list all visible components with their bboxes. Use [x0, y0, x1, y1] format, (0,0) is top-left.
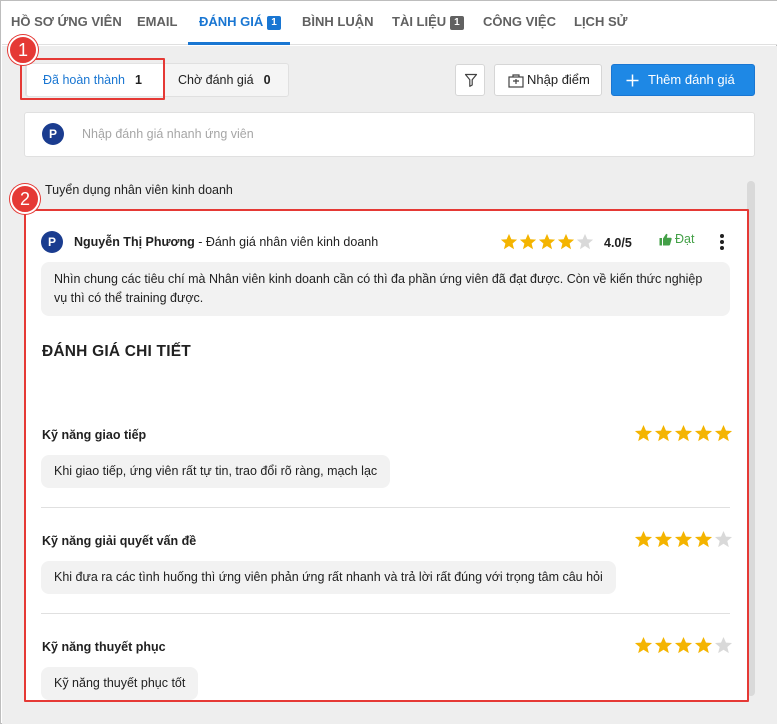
tab-label: BÌNH LUẬN	[302, 14, 374, 29]
thumbs-up-icon	[659, 233, 672, 246]
evaluation-form-name: - Đánh giá nhân viên kinh doanh	[194, 235, 379, 249]
tab-label: EMAIL	[137, 14, 178, 29]
tab-tasks[interactable]: CÔNG VIỆC	[483, 1, 556, 45]
star-empty-icon	[714, 530, 733, 548]
star-empty-icon	[576, 233, 594, 250]
star-filled-icon	[654, 424, 673, 442]
star-filled-icon	[694, 530, 713, 548]
plus-icon	[626, 74, 639, 87]
criterion-name: Kỹ năng giải quyết vấn đề	[42, 534, 197, 548]
tab-documents[interactable]: TÀI LIỆU 1	[392, 1, 464, 45]
criterion-comment: Kỹ năng thuyết phục tốt	[41, 667, 199, 700]
star-filled-icon	[694, 636, 713, 654]
criterion-rating-stars	[634, 636, 734, 655]
tab-label: TÀI LIỆU	[392, 14, 447, 29]
evaluation-panel: Đã hoàn thành 1 Chờ đánh giá 0 Nhập điểm T…	[2, 35, 777, 724]
tab-label: CÔNG VIỆC	[483, 14, 556, 29]
overall-score: 4.0/5	[604, 236, 632, 250]
star-filled-icon	[519, 233, 537, 250]
tab-history[interactable]: LỊCH SỬ	[574, 1, 627, 45]
quick-evaluation-input[interactable]: P Nhập đánh giá nhanh ứng viên	[24, 112, 755, 157]
result-label: Đạt	[675, 232, 695, 246]
star-filled-icon	[654, 530, 673, 548]
import-score-button[interactable]: Nhập điểm	[494, 64, 602, 96]
star-empty-icon	[714, 636, 733, 654]
result-badge: Đạt	[659, 232, 694, 246]
filter-completed[interactable]: Đã hoàn thành 1	[27, 64, 164, 96]
filter-icon	[464, 73, 478, 87]
star-filled-icon	[714, 424, 733, 442]
criterion-rating-stars	[634, 530, 734, 549]
tab-label: HỒ SƠ ỨNG VIÊN	[11, 14, 122, 29]
import-icon	[508, 74, 524, 88]
criterion-comment: Khi đưa ra các tình huống thì ứng viên p…	[41, 561, 616, 594]
annotation-badge-1: 1	[8, 35, 38, 65]
tab-email[interactable]: EMAIL	[137, 1, 177, 45]
import-score-label: Nhập điểm	[527, 72, 590, 87]
star-filled-icon	[634, 530, 653, 548]
add-evaluation-button[interactable]: Thêm đánh giá	[611, 64, 755, 96]
reviewer-name: Nguyễn Thị Phương	[74, 235, 195, 249]
star-filled-icon	[694, 424, 713, 442]
criterion-name: Kỹ năng giao tiếp	[42, 428, 147, 442]
star-filled-icon	[654, 636, 673, 654]
star-filled-icon	[634, 636, 653, 654]
filter-pending-label: Chờ đánh giá	[178, 73, 254, 87]
star-filled-icon	[674, 636, 693, 654]
filter-completed-label: Đã hoàn thành	[43, 73, 126, 87]
scrollbar[interactable]	[747, 181, 755, 696]
annotation-badge-2: 2	[10, 184, 40, 214]
tab-label: ĐÁNH GIÁ	[199, 14, 264, 29]
reviewer-avatar: P	[41, 231, 63, 253]
evaluation-card: P Nguyễn Thị Phương - Đánh giá nhân viên…	[26, 210, 748, 700]
tab-evaluation[interactable]: ĐÁNH GIÁ 1	[188, 1, 290, 45]
star-filled-icon	[500, 233, 518, 250]
detail-section-title: ĐÁNH GIÁ CHI TIẾT	[42, 343, 191, 360]
criterion-comment: Khi giao tiếp, ứng viên rất tự tin, trao…	[41, 455, 391, 488]
overall-rating-stars	[500, 233, 595, 251]
divider	[41, 507, 730, 508]
add-evaluation-label: Thêm đánh giá	[648, 72, 735, 87]
evaluation-summary: Nhìn chung các tiêu chí mà Nhân viên kin…	[41, 262, 730, 316]
quick-evaluation-placeholder: Nhập đánh giá nhanh ứng viên	[82, 127, 254, 141]
filter-completed-count: 1	[135, 73, 142, 87]
star-filled-icon	[674, 424, 693, 442]
evaluation-group-title: Tuyển dụng nhân viên kinh doanh	[45, 183, 233, 197]
status-filter: Đã hoàn thành 1 Chờ đánh giá 0	[25, 63, 289, 97]
filter-pending-count: 0	[263, 73, 271, 87]
criterion-name: Kỹ năng thuyết phục	[42, 640, 166, 654]
tab-count-badge: 1	[267, 16, 281, 30]
star-filled-icon	[634, 424, 653, 442]
tab-comments[interactable]: BÌNH LUẬN	[302, 1, 374, 45]
criterion-rating-stars	[634, 424, 734, 443]
star-filled-icon	[538, 233, 556, 250]
window-frame: HỒ SƠ ỨNG VIÊN EMAIL ĐÁNH GIÁ 1 BÌNH LUẬN…	[0, 0, 777, 724]
tab-label: LỊCH SỬ	[574, 14, 628, 29]
more-options-icon[interactable]	[716, 232, 728, 252]
tab-count-badge: 1	[450, 16, 464, 30]
star-filled-icon	[557, 233, 575, 250]
divider	[41, 613, 730, 614]
filter-button[interactable]	[455, 64, 485, 96]
reviewer-line: Nguyễn Thị Phương - Đánh giá nhân viên k…	[74, 235, 378, 249]
tab-bar: HỒ SƠ ỨNG VIÊN EMAIL ĐÁNH GIÁ 1 BÌNH LUẬN…	[2, 1, 777, 45]
filter-pending[interactable]: Chờ đánh giá 0	[178, 64, 271, 96]
star-filled-icon	[674, 530, 693, 548]
avatar: P	[42, 123, 64, 145]
